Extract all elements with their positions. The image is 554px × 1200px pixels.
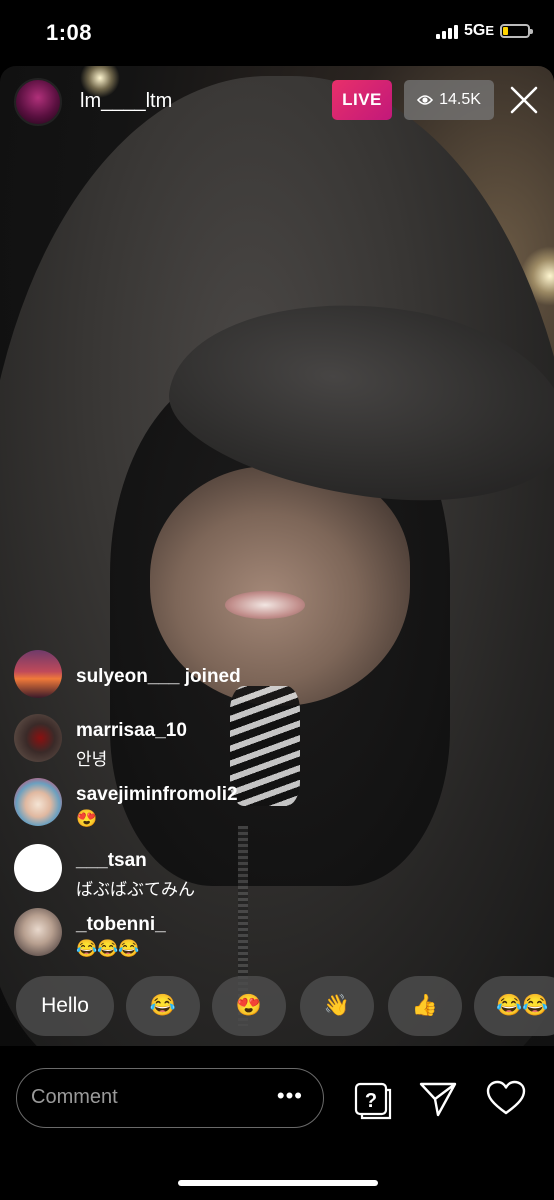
- host-avatar[interactable]: [14, 78, 62, 126]
- rose-avatar[interactable]: [14, 714, 62, 762]
- comment-text: 😂😂😂: [76, 939, 140, 958]
- status-indicators: 5GE: [435, 22, 533, 40]
- list-item: ___tsan ばぶばぶてみん: [14, 844, 534, 899]
- blank-avatar[interactable]: [14, 844, 62, 892]
- host-username[interactable]: lm____ltm: [80, 90, 172, 113]
- eye-icon: [417, 95, 434, 105]
- list-item: savejiminfromoli2 😍: [14, 778, 534, 830]
- comment-username[interactable]: sulyeon___ joined: [76, 666, 241, 688]
- viewer-count-badge[interactable]: 14.5K: [404, 80, 494, 120]
- clown-avatar[interactable]: [14, 778, 62, 826]
- status-time: 1:08: [46, 20, 93, 45]
- more-options-icon[interactable]: •••: [277, 1083, 303, 1109]
- network-type: 5GE: [463, 22, 494, 39]
- comment-text: ばぶばぶてみん: [76, 880, 195, 899]
- comment-username[interactable]: marrisaa_10: [76, 720, 187, 742]
- comment-username[interactable]: savejiminfromoli2: [76, 784, 238, 806]
- svg-text:?: ?: [365, 1090, 377, 1112]
- quick-reply-laugh-double[interactable]: 😂😂: [474, 976, 554, 1036]
- status-bar: 1:08 5GE: [0, 0, 554, 66]
- list-item: marrisaa_10 안녕: [14, 714, 534, 769]
- viewer-count: 14.5K: [439, 91, 481, 108]
- comment-username[interactable]: ___tsan: [76, 850, 147, 872]
- smile: [225, 591, 305, 619]
- quick-reply-heart-eyes[interactable]: 😍: [212, 976, 286, 1036]
- quick-reply-hello[interactable]: Hello: [16, 976, 114, 1036]
- quick-replies: Hello 😂 😍 👋 👍 😂😂: [16, 976, 554, 1038]
- comment-text: 😍: [76, 809, 98, 828]
- live-header: lm____ltm LIVE 14.5K: [0, 74, 554, 126]
- list-item: sulyeon___ joined: [14, 650, 534, 702]
- paper-plane-icon[interactable]: [418, 1080, 458, 1118]
- list-item: _tobenni_ 😂😂😂: [14, 908, 534, 960]
- comment-placeholder: Comment: [31, 1086, 118, 1108]
- home-indicator[interactable]: [178, 1180, 378, 1186]
- quick-reply-laugh[interactable]: 😂: [126, 976, 200, 1036]
- question-box-icon[interactable]: ?: [350, 1078, 392, 1120]
- comment-username[interactable]: _tobenni_: [76, 914, 166, 936]
- heart-icon[interactable]: [486, 1080, 526, 1116]
- quick-reply-thumbs-up[interactable]: 👍: [388, 976, 462, 1036]
- close-icon[interactable]: [508, 84, 540, 116]
- composer-bar: Comment ••• ?: [0, 1046, 554, 1200]
- person-avatar[interactable]: [14, 908, 62, 956]
- signal-icon: [435, 23, 458, 39]
- quick-reply-wave[interactable]: 👋: [300, 976, 374, 1036]
- battery-icon: [500, 24, 533, 38]
- comment-text: 안녕: [76, 750, 108, 769]
- comment-input[interactable]: Comment •••: [16, 1068, 324, 1128]
- sunset-avatar[interactable]: [14, 650, 62, 698]
- live-badge: LIVE: [332, 80, 392, 120]
